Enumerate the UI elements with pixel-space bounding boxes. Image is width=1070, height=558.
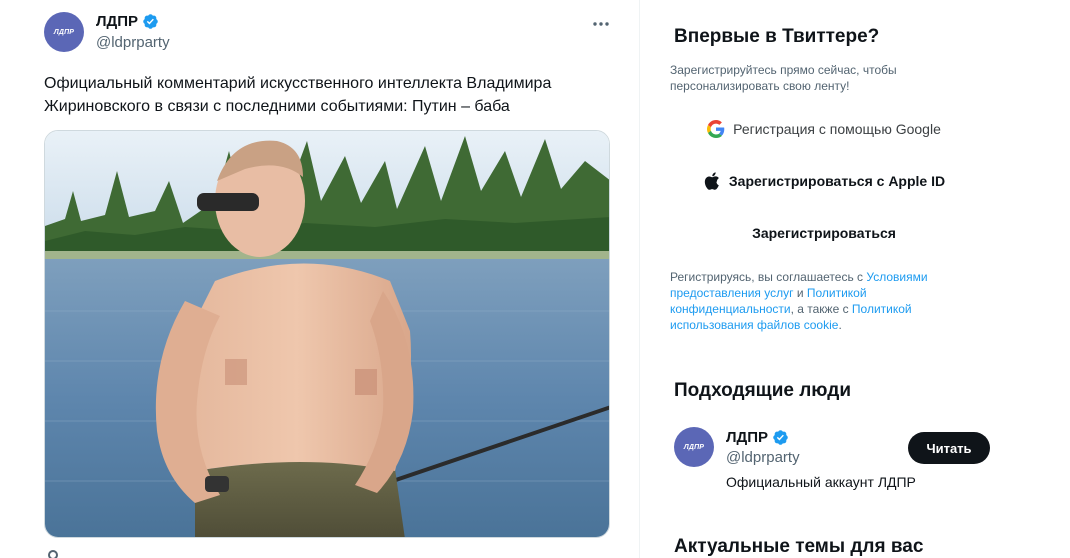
terms-part: и xyxy=(793,286,807,300)
person-display-name[interactable]: ЛДПР xyxy=(726,429,768,446)
apple-signup-label: Зарегистрироваться с Apple ID xyxy=(728,173,946,189)
apple-signup-button[interactable]: Зарегистрироваться с Apple ID xyxy=(674,163,974,199)
tweet-photo[interactable] xyxy=(44,130,610,538)
avatar-text: ЛДПР xyxy=(683,443,705,451)
sidebar: Впервые в Твиттере? Зарегистрируйтесь пр… xyxy=(660,0,1070,558)
terms-part: , а также с xyxy=(790,302,852,316)
photo-illustration xyxy=(45,131,609,537)
person-handle[interactable]: @ldprparty xyxy=(726,449,800,466)
avatar-text: ЛДПР xyxy=(53,28,75,36)
more-dots-icon xyxy=(592,14,610,32)
person-name-row[interactable]: ЛДПР xyxy=(726,429,789,446)
author-display-name[interactable]: ЛДПР xyxy=(96,13,138,30)
follow-button[interactable]: Читать xyxy=(908,432,990,464)
terms-text: Регистрируясь, вы соглашаетесь с Условия… xyxy=(670,269,960,333)
tweet: ЛДПР ЛДПР @ldprparty Официальный коммент… xyxy=(0,0,640,558)
author-avatar[interactable]: ЛДПР xyxy=(44,12,84,52)
who-to-follow-title: Подходящие люди xyxy=(674,380,852,401)
person-bio: Официальный аккаунт ЛДПР xyxy=(726,474,916,490)
register-label: Зарегистрироваться xyxy=(752,225,896,241)
google-icon xyxy=(707,120,725,138)
google-signup-label: Регистрация с помощью Google xyxy=(733,121,941,137)
tweet-text: Официальный комментарий искусственного и… xyxy=(44,75,552,115)
more-button[interactable] xyxy=(588,10,614,36)
register-button[interactable]: Зарегистрироваться xyxy=(674,215,974,251)
terms-part: Регистрируясь, вы соглашаетесь с xyxy=(670,270,867,284)
verified-badge-icon xyxy=(142,13,159,30)
google-signup-button[interactable]: Регистрация с помощью Google xyxy=(674,111,974,147)
verified-badge-icon xyxy=(772,429,789,446)
author-handle[interactable]: @ldprparty xyxy=(96,34,170,51)
signup-subtitle: Зарегистрируйтесь прямо сейчас, чтобы пе… xyxy=(670,63,897,93)
trends-title: Актуальные темы для вас xyxy=(674,536,924,557)
apple-icon xyxy=(703,172,721,190)
signup-title: Впервые в Твиттере? xyxy=(674,26,880,47)
reply-icon[interactable] xyxy=(48,550,58,558)
author-name-row[interactable]: ЛДПР xyxy=(96,13,159,30)
person-avatar[interactable]: ЛДПР xyxy=(674,427,714,467)
terms-part: . xyxy=(838,318,842,332)
